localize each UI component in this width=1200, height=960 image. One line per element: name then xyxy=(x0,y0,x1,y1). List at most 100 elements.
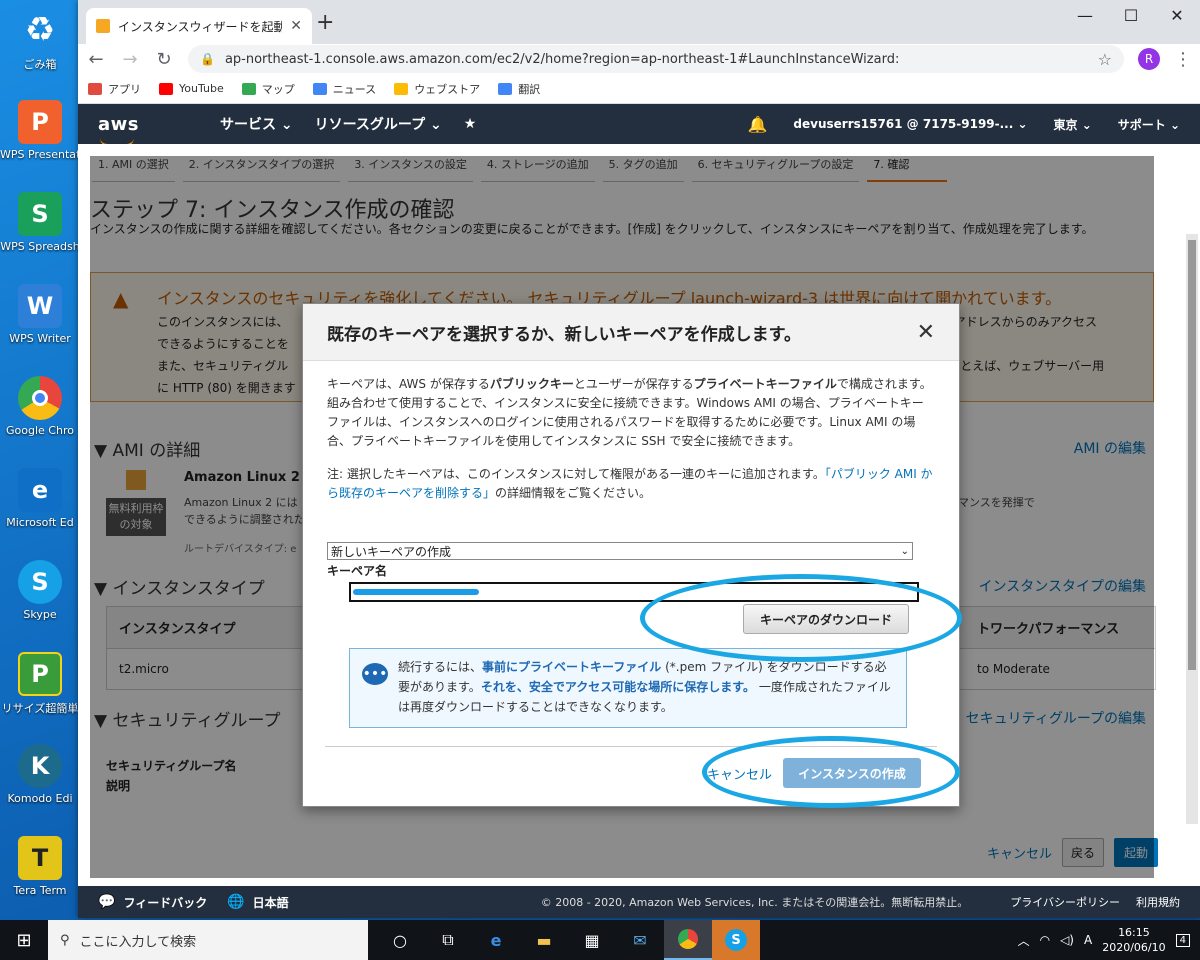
resource-groups-menu[interactable]: リソースグループ ⌄ xyxy=(315,114,442,134)
desktop-icon-label: Skype xyxy=(23,608,57,621)
highlight-ring-launch xyxy=(702,736,960,808)
clock[interactable]: 16:15 2020/06/10 xyxy=(1102,925,1165,955)
ime-indicator[interactable]: A xyxy=(1084,933,1092,947)
bookmark-translate[interactable]: 翻訳 xyxy=(498,81,540,97)
desktop-icon-edge[interactable]: e Microsoft Ed xyxy=(0,468,80,529)
youtube-icon xyxy=(159,82,173,95)
text-span: キーペアは、AWS が保存する xyxy=(327,377,490,391)
task-view-icon[interactable]: ⧉ xyxy=(424,920,472,960)
windows-start-icon[interactable]: ⊞ xyxy=(0,920,48,960)
bookmark-label: アプリ xyxy=(108,82,141,96)
bookmark-label: ニュース xyxy=(332,82,377,96)
aws-logo[interactable]: aws xyxy=(98,114,198,146)
bookmark-label: 翻訳 xyxy=(518,82,541,96)
bookmark-webstore[interactable]: ウェブストア xyxy=(394,81,480,97)
clock-time: 16:15 xyxy=(1118,926,1150,939)
maximize-icon[interactable]: ☐ xyxy=(1108,0,1154,30)
pin-icon[interactable]: ★ xyxy=(464,116,477,132)
bookmark-star-icon[interactable]: ☆ xyxy=(1098,50,1112,69)
desktop-icon-wps-spreadsheet[interactable]: S WPS Spreadsh xyxy=(0,192,80,253)
search-placeholder: ここに入力して検索 xyxy=(79,934,197,950)
system-tray: ︿ ◠ ◁) A 16:15 2020/06/10 4 xyxy=(1018,925,1200,955)
chrome-icon xyxy=(18,376,62,420)
aws-favicon-icon xyxy=(96,19,110,33)
desktop-icon-skype[interactable]: S Skype xyxy=(0,560,80,621)
privacy-link[interactable]: プライバシーポリシー xyxy=(1010,894,1120,910)
bookmark-label: ウェブストア xyxy=(414,82,481,96)
close-window-icon[interactable]: ✕ xyxy=(1154,0,1200,30)
info-text: 続行するには、事前にプライベートキーファイル (*.pem ファイル) をダウン… xyxy=(398,657,898,717)
forward-icon[interactable]: → xyxy=(120,49,140,70)
new-tab-icon[interactable]: + xyxy=(316,10,334,35)
copyright-text: © 2008 - 2020, Amazon Web Services, Inc.… xyxy=(540,896,969,909)
resize-app-icon: P xyxy=(18,652,62,696)
desktop-icon-label: WPS Presentat xyxy=(0,148,80,161)
globe-icon: 🌐 xyxy=(227,894,245,910)
feedback-link[interactable]: 💬 フィードバック xyxy=(98,894,207,911)
profile-avatar[interactable]: R xyxy=(1138,48,1160,70)
select-value: 新しいキーペアの作成 xyxy=(331,544,452,559)
bookmark-label: YouTube xyxy=(179,82,224,95)
edge-taskbar-icon[interactable]: e xyxy=(472,920,520,960)
language-selector[interactable]: 🌐 日本語 xyxy=(227,894,288,911)
taskbar-search[interactable]: ⚲ ここに入力して検索 xyxy=(48,920,368,960)
desktop-icon-recycle-bin[interactable]: ♻ ごみ箱 xyxy=(0,8,80,72)
back-icon[interactable]: ← xyxy=(86,49,106,70)
bookmark-youtube[interactable]: YouTube xyxy=(159,82,224,95)
store-icon[interactable]: ▦ xyxy=(568,920,616,960)
window-controls: — ☐ ✕ xyxy=(1062,0,1200,30)
desktop-icon-label: Google Chro xyxy=(6,424,74,437)
reload-icon[interactable]: ↻ xyxy=(154,49,174,70)
address-bar[interactable]: 🔒 ap-northeast-1.console.aws.amazon.com/… xyxy=(188,45,1124,73)
webstore-icon xyxy=(394,82,409,95)
skype-taskbar-icon[interactable]: S xyxy=(712,920,760,960)
taskbar-apps: ○ ⧉ e ▬ ▦ ✉ S xyxy=(376,920,760,960)
minimize-icon[interactable]: — xyxy=(1062,0,1108,30)
desktop-icon-wps-writer[interactable]: W WPS Writer xyxy=(0,284,80,345)
cortana-icon[interactable]: ○ xyxy=(376,920,424,960)
close-modal-icon[interactable]: ✕ xyxy=(917,320,935,345)
desktop-icon-komodo[interactable]: K Komodo Edi xyxy=(0,744,80,805)
notification-center-icon[interactable]: 4 xyxy=(1175,933,1190,947)
desktop-icon-resize-app[interactable]: P リサイズ超簡単 xyxy=(0,652,80,716)
text-span: それを、安全でアクセス可能な場所に保存します。 xyxy=(480,680,756,694)
maps-icon xyxy=(241,82,256,95)
file-explorer-icon[interactable]: ▬ xyxy=(520,920,568,960)
region-menu[interactable]: 東京 ⌄ xyxy=(1054,116,1092,133)
services-menu[interactable]: サービス ⌄ xyxy=(220,114,293,134)
network-icon[interactable]: ◠ xyxy=(1040,933,1050,947)
bell-icon[interactable]: 🔔 xyxy=(747,115,767,134)
page-scrollbar[interactable] xyxy=(1186,234,1198,824)
feedback-label: フィードバック xyxy=(123,895,208,910)
support-menu[interactable]: サポート ⌄ xyxy=(1118,116,1180,133)
edge-icon: e xyxy=(18,468,62,512)
aws-top-nav: aws サービス ⌄ リソースグループ ⌄ ★ 🔔 devuserrs15761… xyxy=(78,104,1200,146)
tray-expand-icon[interactable]: ︿ xyxy=(1018,932,1030,949)
text-span: 事前にプライベートキーファイル xyxy=(482,660,662,674)
teraterm-icon: T xyxy=(18,836,62,880)
scrollbar-thumb[interactable] xyxy=(1188,240,1196,670)
desktop-icon-chrome[interactable]: Google Chro xyxy=(0,376,80,437)
keypair-option-select[interactable]: 新しいキーペアの作成 ⌄ xyxy=(327,542,913,560)
bookmark-news[interactable]: ニュース xyxy=(312,81,377,97)
desktop-icon-teraterm[interactable]: T Tera Term xyxy=(0,836,80,897)
modal-explanation: キーペアは、AWS が保存するパブリックキーとユーザーが保存するプライベートキー… xyxy=(327,375,935,451)
skype-icon: S xyxy=(18,560,62,604)
desktop-icon-label: リサイズ超簡単 xyxy=(1,702,79,715)
text-span: プライベートキーファイル xyxy=(693,377,837,391)
url-text[interactable]: ap-northeast-1.console.aws.amazon.com/ec… xyxy=(225,52,1088,67)
account-menu[interactable]: devuserrs15761 @ 7175-9199-... ⌄ xyxy=(793,117,1027,131)
browser-menu-icon[interactable]: ⋮ xyxy=(1174,49,1192,70)
mail-icon[interactable]: ✉ xyxy=(616,920,664,960)
text-span: とユーザーが保存する xyxy=(573,377,694,391)
desktop-icon-wps-presentation[interactable]: P WPS Presentat xyxy=(0,100,80,161)
modal-header: 既存のキーペアを選択するか、新しいキーペアを作成します。 ✕ xyxy=(303,304,959,361)
chrome-taskbar-icon[interactable] xyxy=(664,920,712,960)
desktop-icon-label: Microsoft Ed xyxy=(6,516,74,529)
volume-icon[interactable]: ◁) xyxy=(1060,933,1074,947)
terms-link[interactable]: 利用規約 xyxy=(1136,894,1180,910)
bookmark-maps[interactable]: マップ xyxy=(241,81,295,97)
bookmark-apps[interactable]: アプリ xyxy=(88,81,141,97)
close-tab-icon[interactable]: ✕ xyxy=(290,18,302,34)
browser-tab[interactable]: インスタンスウィザードを起動 | EC2 M ✕ xyxy=(86,8,312,44)
